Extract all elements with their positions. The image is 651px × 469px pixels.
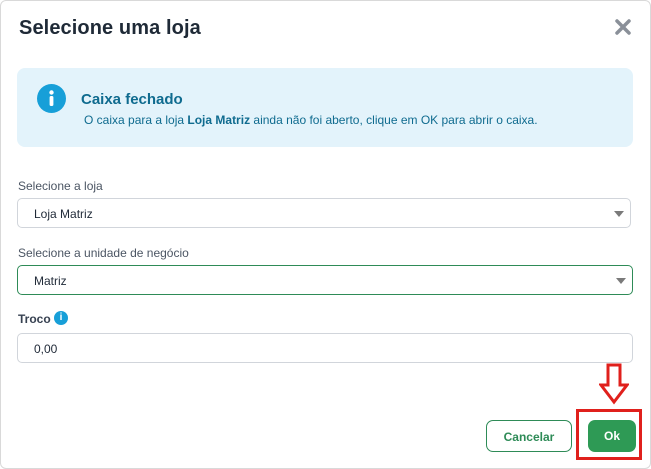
ok-button[interactable]: Ok [588,420,636,452]
info-icon [37,84,66,113]
business-unit-value: Matriz [34,274,67,288]
chevron-down-icon [616,278,626,284]
cancel-button[interactable]: Cancelar [486,420,572,452]
store-select[interactable]: Loja Matriz [17,198,631,228]
arrow-down-icon [597,363,631,405]
unit-select-label: Selecione a unidade de negócio [18,246,189,260]
alert-message-after: ainda não foi aberto, clique em OK para … [250,113,538,127]
store-select-value: Loja Matriz [34,207,93,221]
close-icon[interactable] [611,15,635,39]
alert-title: Caixa fechado [81,91,183,108]
store-select-dialog: Selecione uma loja Caixa fechado O caixa… [0,0,651,469]
troco-value: 0,00 [34,342,58,356]
troco-label: Troco [18,312,51,326]
chevron-down-icon [614,211,624,217]
troco-input[interactable]: 0,00 [17,333,633,363]
alert-message-before: O caixa para a loja [84,113,188,127]
closed-register-alert: Caixa fechado O caixa para a loja Loja M… [17,68,633,147]
store-select-label: Selecione a loja [18,179,103,193]
dialog-title: Selecione uma loja [19,17,201,39]
info-icon[interactable]: i [54,311,68,325]
business-unit-select[interactable]: Matriz [17,265,633,295]
alert-message-store: Loja Matriz [187,113,251,127]
alert-message: O caixa para a loja Loja Matriz ainda nã… [84,113,538,127]
